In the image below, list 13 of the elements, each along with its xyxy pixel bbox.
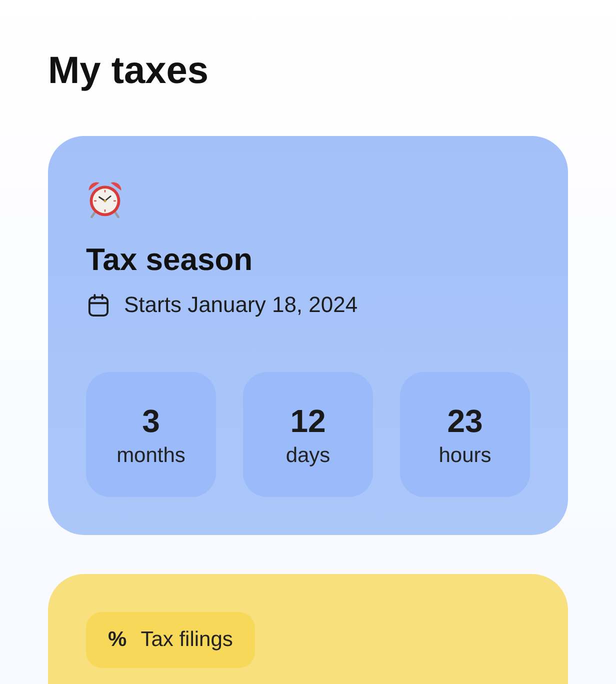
countdown-unit: hours xyxy=(438,443,492,469)
start-date: Starts January 18, 2024 xyxy=(124,291,358,319)
percent-icon: % xyxy=(108,627,127,653)
page-title: My taxes xyxy=(48,49,210,94)
card-title: Tax season xyxy=(86,242,253,278)
countdown-value: 3 xyxy=(142,402,160,440)
countdown-value: 23 xyxy=(447,402,483,440)
calendar-icon xyxy=(88,294,109,316)
countdown-unit: months xyxy=(116,443,186,469)
countdown-value: 12 xyxy=(290,402,326,440)
countdown-unit: days xyxy=(286,443,330,469)
alarm-clock-icon xyxy=(86,180,124,218)
section-label: Tax filings xyxy=(140,627,233,653)
